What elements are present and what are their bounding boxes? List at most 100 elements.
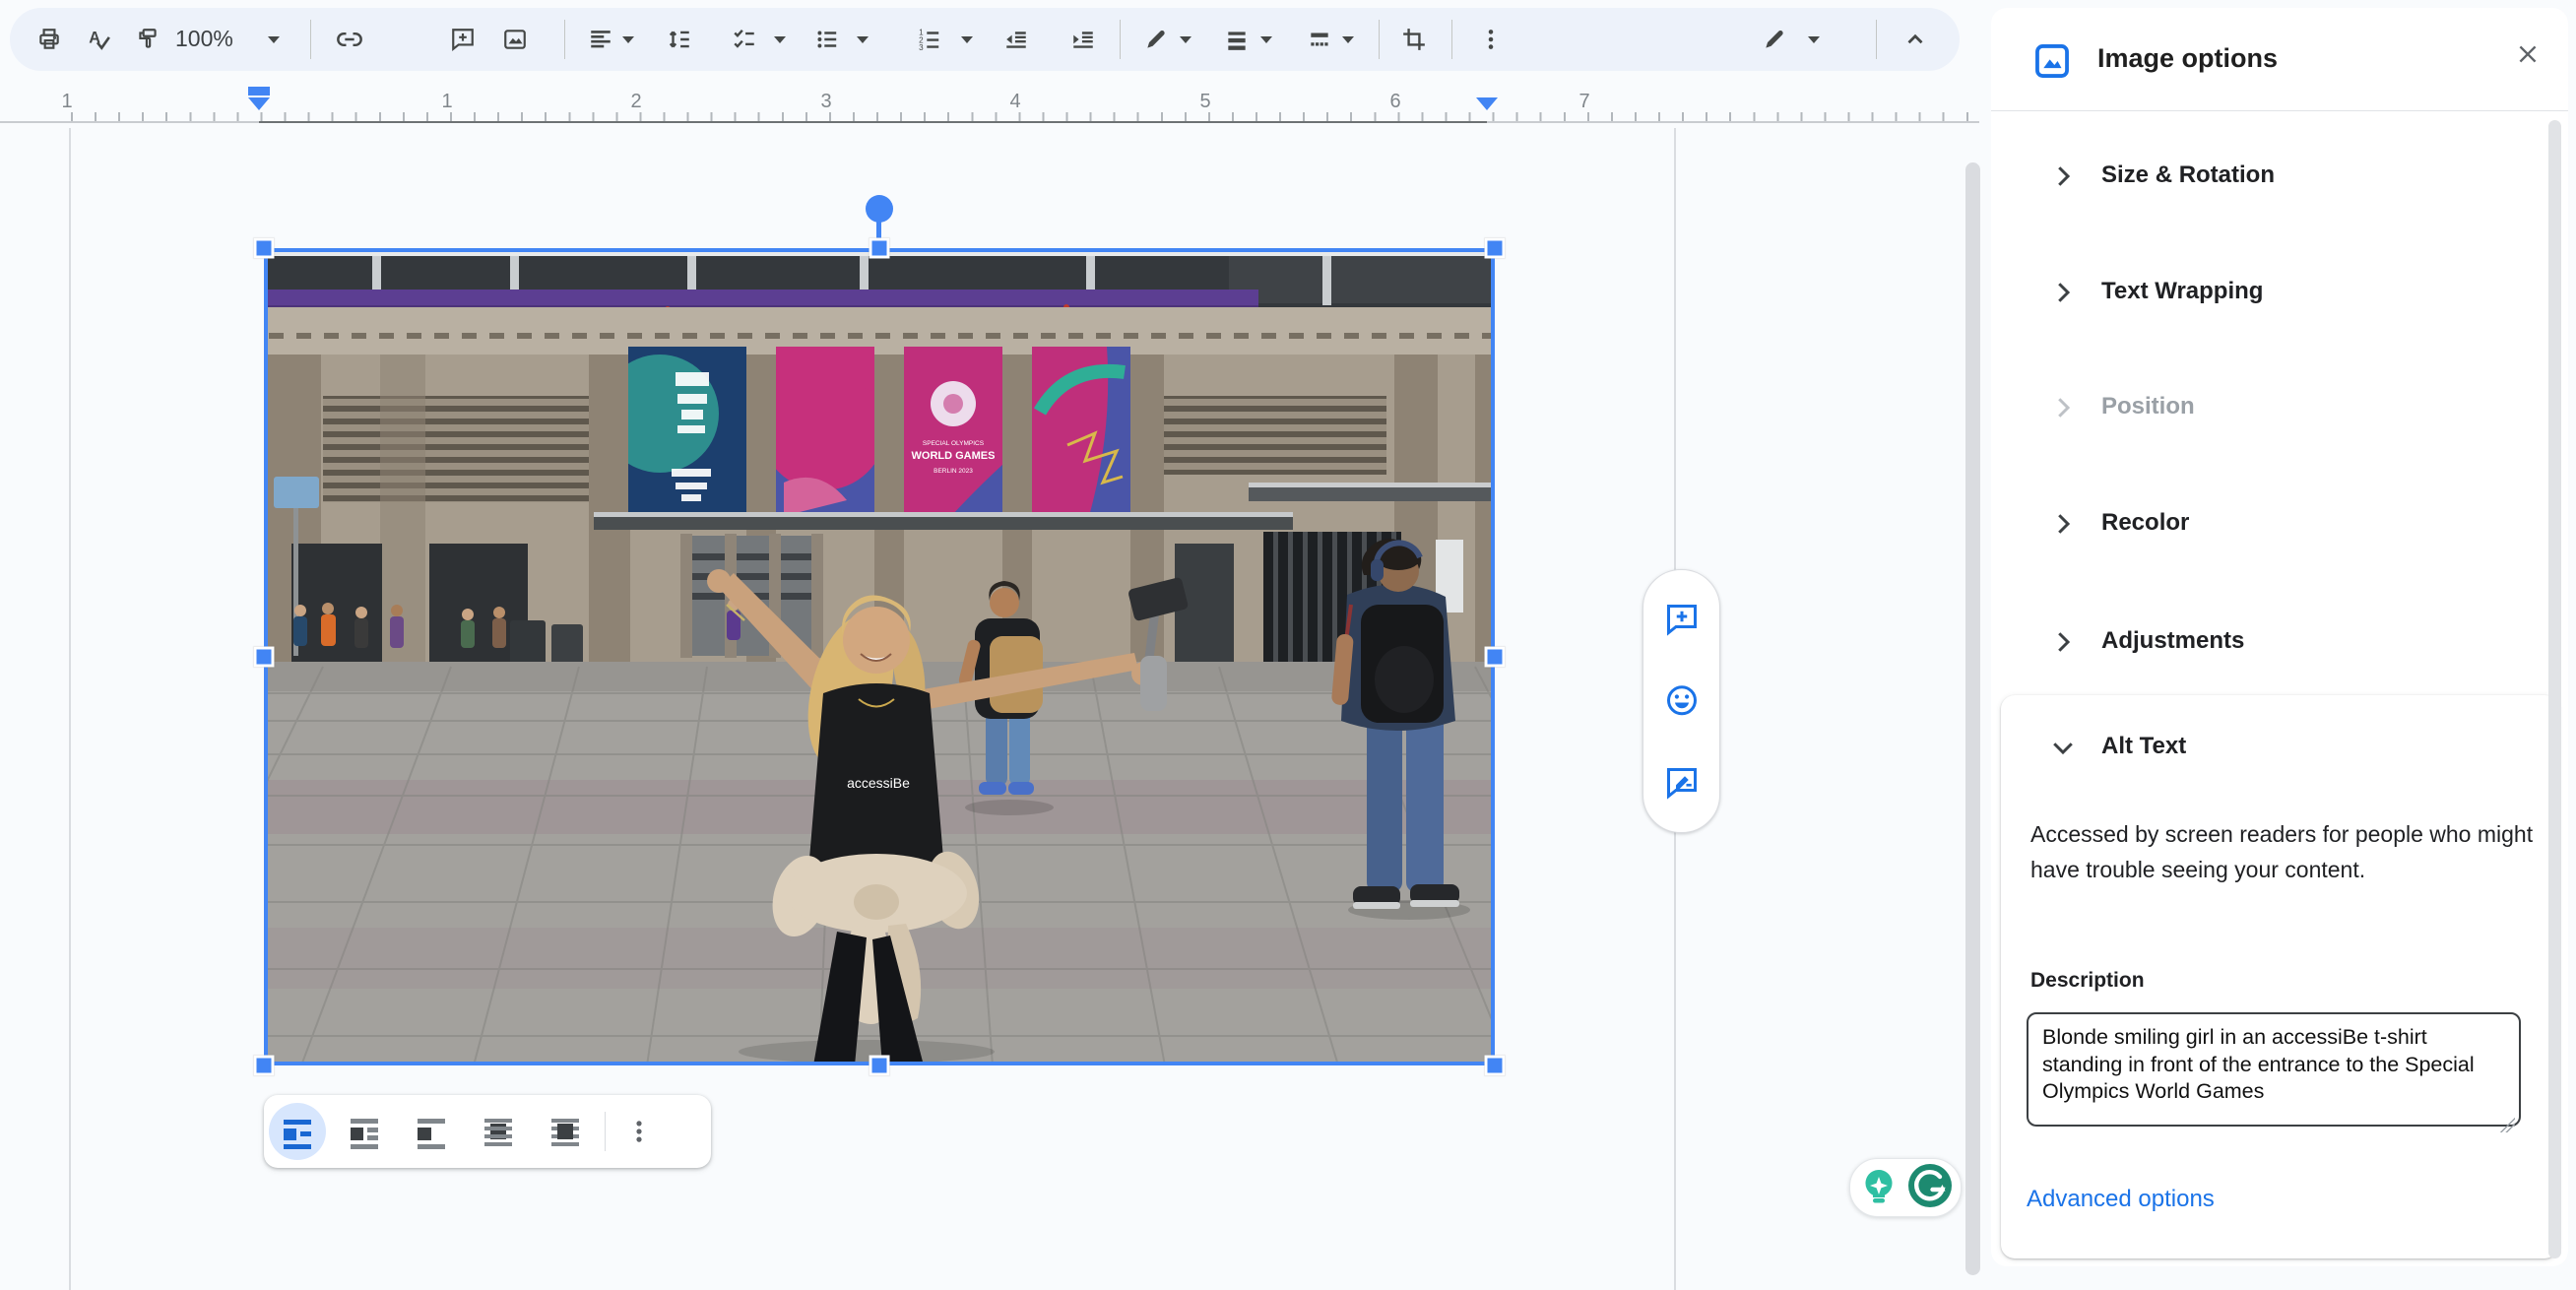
border-weight-icon[interactable] <box>1217 20 1256 59</box>
zoom-value[interactable]: 100% <box>175 26 233 52</box>
left-indent-marker[interactable] <box>248 97 270 110</box>
toolbar-divider <box>1120 20 1121 59</box>
ruler-number: 5 <box>1199 91 1211 112</box>
spell-check-icon[interactable]: A <box>79 20 118 59</box>
wrap-option-behind-text[interactable] <box>465 1095 532 1168</box>
checklist-icon[interactable] <box>725 20 764 59</box>
resize-handle-top-right[interactable] <box>1484 237 1506 259</box>
lightbulb-icon <box>1858 1165 1900 1211</box>
advanced-options-link[interactable]: Advanced options <box>2027 1186 2215 1213</box>
ruler-baseline <box>1487 121 1979 123</box>
hide-menus-icon[interactable] <box>1896 20 1935 59</box>
panel-title: Image options <box>2097 43 2279 73</box>
paint-format-icon[interactable] <box>128 20 167 59</box>
insert-link-icon[interactable] <box>330 20 369 59</box>
document-scrollbar[interactable] <box>1965 162 1980 1275</box>
bulleted-list-icon[interactable] <box>807 20 847 59</box>
border-weight-caret[interactable] <box>1260 36 1272 43</box>
section-label: Text Wrapping <box>2101 278 2264 304</box>
suggest-edits-icon[interactable] <box>1662 763 1702 803</box>
border-color-icon[interactable] <box>1136 20 1176 59</box>
image-wrap-toolbar <box>264 1095 711 1168</box>
chevron-down-icon <box>2048 733 2078 767</box>
resize-handle-bottom-right[interactable] <box>1484 1055 1506 1076</box>
add-emoji-reaction-icon[interactable] <box>1662 681 1702 721</box>
section-text-wrapping[interactable]: Text Wrapping <box>1991 270 2568 317</box>
wrap-more-options-icon[interactable] <box>612 1095 667 1168</box>
increase-indent-icon[interactable] <box>1063 20 1103 59</box>
wrap-option-wrap-text[interactable] <box>331 1095 398 1168</box>
resize-handle-mid-right[interactable] <box>1484 646 1506 668</box>
chevron-right-icon <box>2048 627 2078 662</box>
ruler-number: 1 <box>441 91 453 112</box>
numbered-list-icon[interactable]: 123 <box>910 20 949 59</box>
decrease-indent-icon[interactable] <box>997 20 1036 59</box>
bulleted-list-dropdown-caret[interactable] <box>857 36 869 43</box>
sidebar-scrollbar[interactable] <box>2548 120 2561 1258</box>
resize-handle-mid-left[interactable] <box>253 646 275 668</box>
first-line-indent-marker[interactable] <box>248 87 270 96</box>
section-alt-text[interactable]: Alt Text <box>1991 725 2568 772</box>
ruler-number: 2 <box>630 91 642 112</box>
selected-photo[interactable]: SPECIAL OLYMPICS WORLD GAMES BERLIN 2023 <box>264 248 1495 1065</box>
main-toolbar: A 100% 123 <box>10 8 1960 71</box>
crop-image-icon[interactable] <box>1394 20 1434 59</box>
insert-image-icon[interactable] <box>495 20 535 59</box>
editing-mode-caret[interactable] <box>1808 36 1820 43</box>
print-icon[interactable] <box>30 20 69 59</box>
description-input[interactable]: Blonde smiling girl in an accessiBe t-sh… <box>2027 1012 2521 1127</box>
section-label: Size & Rotation <box>2101 161 2276 188</box>
toolbar-divider <box>1379 20 1380 59</box>
wrap-toolbar-divider <box>605 1112 606 1151</box>
wrap-option-in-front-of-text[interactable] <box>532 1095 599 1168</box>
image-options-panel: Image options Size & Rotation Text Wrapp… <box>1991 8 2568 1266</box>
close-panel-icon[interactable] <box>2511 37 2544 71</box>
panel-header-divider <box>1991 110 2568 111</box>
right-indent-marker[interactable] <box>1476 97 1498 110</box>
zoom-dropdown-caret[interactable] <box>268 36 280 43</box>
description-label: Description <box>2030 969 2145 992</box>
chevron-right-icon <box>2048 509 2078 544</box>
more-options-icon[interactable] <box>1471 20 1511 59</box>
align-dropdown-caret[interactable] <box>622 36 634 43</box>
ruler-number: 6 <box>1389 91 1401 112</box>
assistant-badge[interactable] <box>1849 1158 1962 1217</box>
toolbar-divider <box>1876 20 1877 59</box>
toolbar-divider <box>1451 20 1452 59</box>
wrap-option-in-line[interactable] <box>264 1095 331 1168</box>
numbered-list-dropdown-caret[interactable] <box>961 36 973 43</box>
resize-handle-top-left[interactable] <box>253 237 275 259</box>
line-spacing-icon[interactable] <box>660 20 699 59</box>
panel-header: Image options <box>1991 8 2568 110</box>
ruler-number: 1 <box>61 91 73 112</box>
ruler-baseline-text-area <box>259 121 1487 123</box>
chevron-right-icon <box>2048 278 2078 312</box>
add-comment-icon[interactable] <box>443 20 483 59</box>
checklist-dropdown-caret[interactable] <box>774 36 786 43</box>
section-label: Alt Text <box>2101 733 2187 759</box>
banner-text-line3: BERLIN 2023 <box>934 468 973 475</box>
border-color-caret[interactable] <box>1180 36 1191 43</box>
ruler-number: 7 <box>1578 91 1590 112</box>
section-size-rotation[interactable]: Size & Rotation <box>1991 154 2568 201</box>
image-options-icon <box>2033 42 2071 85</box>
border-dash-icon[interactable] <box>1300 20 1339 59</box>
resize-handle-bottom-center[interactable] <box>869 1055 890 1076</box>
section-recolor[interactable]: Recolor <box>1991 501 2568 548</box>
add-comment-icon[interactable] <box>1662 600 1702 639</box>
resize-handle-top-center[interactable] <box>869 237 890 259</box>
border-dash-caret[interactable] <box>1342 36 1354 43</box>
align-icon[interactable] <box>581 20 620 59</box>
section-adjustments[interactable]: Adjustments <box>1991 619 2568 667</box>
resize-handle-bottom-left[interactable] <box>253 1055 275 1076</box>
grammarly-g-icon <box>1907 1163 1953 1213</box>
ruler-baseline <box>0 121 259 123</box>
section-label: Recolor <box>2101 509 2190 536</box>
ruler-number: 3 <box>820 91 832 112</box>
editing-mode-pen-icon[interactable] <box>1755 20 1794 59</box>
chevron-right-icon <box>2048 161 2078 196</box>
rotation-handle[interactable] <box>866 195 893 223</box>
wrap-option-break-text[interactable] <box>398 1095 465 1168</box>
section-label: Adjustments <box>2101 627 2245 654</box>
section-label: Position <box>2101 393 2195 419</box>
